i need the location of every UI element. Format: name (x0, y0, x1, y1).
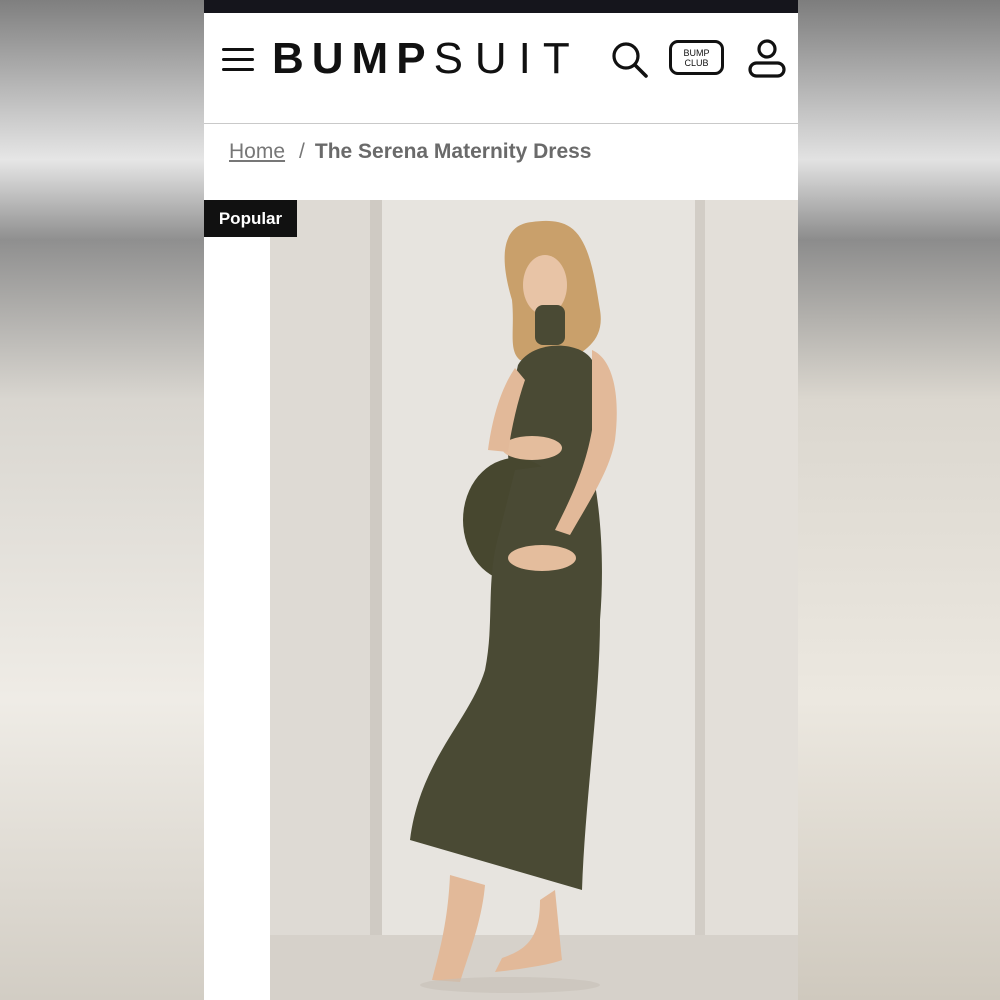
logo-light-text: SUIT (433, 34, 582, 83)
site-header: BUMPSUIT BUMP CLUB (204, 13, 798, 124)
popular-badge: Popular (204, 200, 297, 237)
account-user-icon[interactable] (747, 38, 787, 80)
product-image[interactable] (270, 200, 798, 1000)
breadcrumb-current-page: The Serena Maternity Dress (314, 140, 592, 163)
hamburger-menu-icon[interactable] (222, 46, 254, 72)
breadcrumb: Home / The Serena Maternity Dress (229, 137, 591, 167)
logo-bold-text: BUMP (272, 34, 434, 83)
site-logo[interactable]: BUMPSUIT (272, 33, 582, 85)
bump-club-button[interactable]: BUMP CLUB (669, 40, 724, 75)
bump-club-line1: BUMP (683, 47, 710, 58)
blurred-background-left (0, 0, 204, 1000)
search-icon[interactable] (610, 40, 650, 80)
product-photo-illustration (270, 200, 798, 1000)
status-bar (204, 0, 798, 13)
phone-screen: BUMPSUIT BUMP CLUB Home / The Serena Mater… (204, 0, 798, 1000)
blurred-background-right (798, 0, 1000, 1000)
breadcrumb-home-link[interactable]: Home (229, 140, 285, 163)
breadcrumb-separator: / (299, 140, 305, 163)
bump-club-line2: CLUB (684, 57, 709, 68)
